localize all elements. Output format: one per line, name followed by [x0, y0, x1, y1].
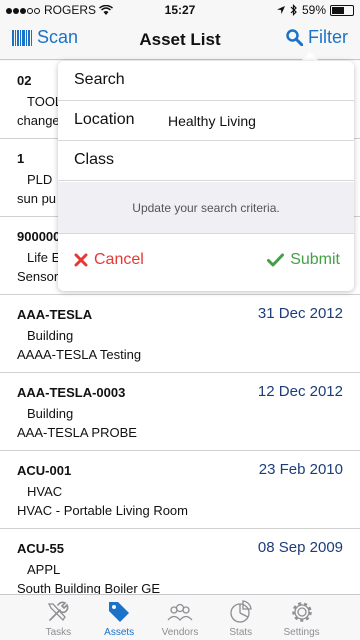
tab-settings[interactable]: Settings [274, 595, 330, 638]
asset-description: AAAA-TESLA Testing [17, 347, 142, 362]
asset-code: ACU-001 [17, 463, 72, 478]
class-field-label: Class [74, 151, 115, 168]
tab-label: Settings [283, 627, 320, 638]
asset-description: Sensor [17, 269, 59, 284]
filter-hint: Update your search criteria. [58, 182, 354, 234]
asset-type: Building [27, 406, 74, 421]
location-field-label: Location [74, 111, 135, 128]
search-field-label: Search [74, 71, 125, 88]
asset-code: ACU-55 [17, 541, 64, 556]
location-field-value: Healthy Living [168, 113, 256, 129]
asset-description: HVAC - Portable Living Room [17, 503, 188, 518]
tab-assets[interactable]: Assets [91, 595, 147, 638]
location-arrow-icon [276, 6, 285, 14]
close-icon [74, 253, 88, 267]
status-right: 59% [276, 3, 354, 17]
list-item[interactable]: ACU-55 08 Sep 2009 APPL South Building B… [0, 529, 360, 594]
list-item[interactable]: AAA-TESLA 31 Dec 2012 Building AAAA-TESL… [0, 295, 360, 373]
people-icon [167, 603, 193, 621]
tab-label: Assets [104, 627, 135, 638]
checkmark-icon [267, 253, 285, 267]
tab-label: Stats [229, 627, 253, 638]
tab-tasks[interactable]: Tasks [30, 595, 86, 638]
asset-description: AAA-TESLA PROBE [17, 425, 137, 440]
cancel-label: Cancel [94, 251, 144, 268]
list-item[interactable]: ACU-001 23 Feb 2010 HVAC HVAC - Portable… [0, 451, 360, 529]
filter-popover: Search Location Healthy Living Class Upd… [58, 61, 354, 291]
asset-date: 12 Dec 2012 [257, 383, 343, 400]
tab-label: Tasks [45, 627, 72, 638]
asset-description: sun pu [17, 191, 57, 206]
battery-icon [330, 4, 354, 16]
asset-type: Building [27, 328, 74, 343]
tag-icon [109, 602, 130, 622]
asset-code: 02 [17, 73, 32, 88]
list-item[interactable]: AAA-TESLA-0003 12 Dec 2012 Building AAA-… [0, 373, 360, 451]
tab-label: Vendors [161, 627, 199, 638]
submit-button[interactable]: Submit [267, 251, 340, 269]
asset-date: 31 Dec 2012 [257, 305, 343, 322]
asset-type: Life E [27, 250, 61, 265]
asset-type: APPL [27, 562, 61, 577]
tab-bar: Tasks Assets Vendors Stats Settings [0, 594, 360, 640]
asset-type: PLD [27, 172, 53, 187]
bluetooth-icon [290, 4, 297, 16]
class-field[interactable]: Class [58, 141, 354, 181]
tab-stats[interactable]: Stats [213, 595, 269, 638]
filter-actions: Cancel Submit [58, 234, 354, 291]
asset-code: AAA-TESLA [17, 307, 93, 322]
cancel-button[interactable]: Cancel [74, 251, 144, 269]
location-field[interactable]: Location Healthy Living [58, 101, 354, 141]
asset-description: change [17, 113, 60, 128]
asset-date: 08 Sep 2009 [257, 539, 343, 556]
asset-description: South Building Boiler GE [17, 581, 161, 594]
asset-code: 1 [17, 151, 25, 166]
pie-chart-icon [230, 600, 252, 623]
status-bar: ROGERS 15:27 59% [0, 0, 360, 20]
battery-percent: 59% [301, 3, 326, 17]
asset-type: TOOL [27, 94, 63, 109]
tab-vendors[interactable]: Vendors [152, 595, 208, 638]
asset-type: HVAC [27, 484, 63, 499]
search-field[interactable]: Search [58, 61, 354, 101]
search-icon [286, 29, 303, 46]
filter-button[interactable]: Filter [286, 27, 348, 48]
asset-code: AAA-TESLA-0003 [17, 385, 126, 400]
submit-label: Submit [290, 251, 340, 268]
tools-icon [48, 601, 69, 622]
filter-label: Filter [308, 27, 348, 47]
asset-date: 23 Feb 2010 [258, 461, 343, 478]
gear-icon [291, 602, 312, 622]
asset-code: 900000 [17, 229, 61, 244]
